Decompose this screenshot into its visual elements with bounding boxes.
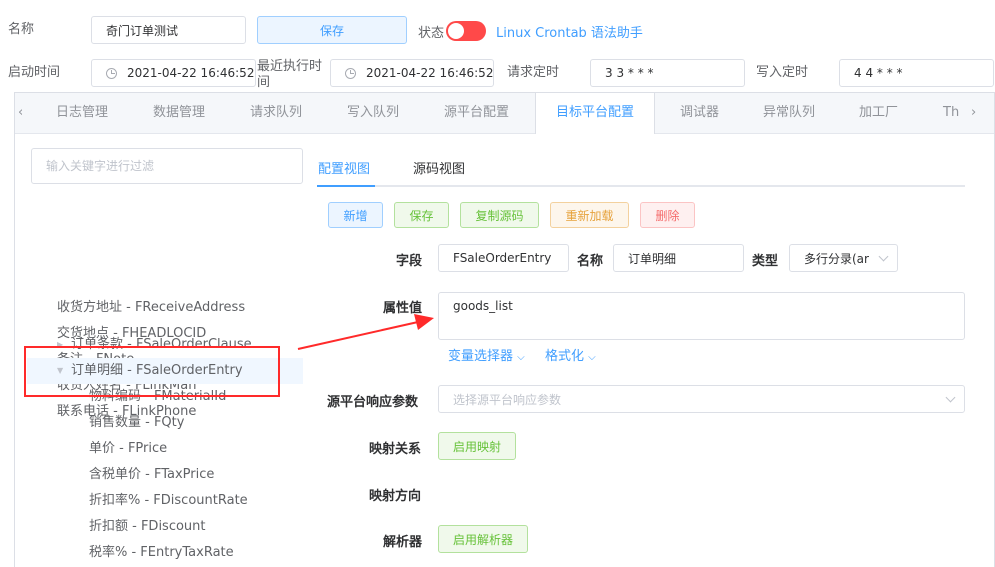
annotation-arrow-icon bbox=[297, 314, 434, 350]
